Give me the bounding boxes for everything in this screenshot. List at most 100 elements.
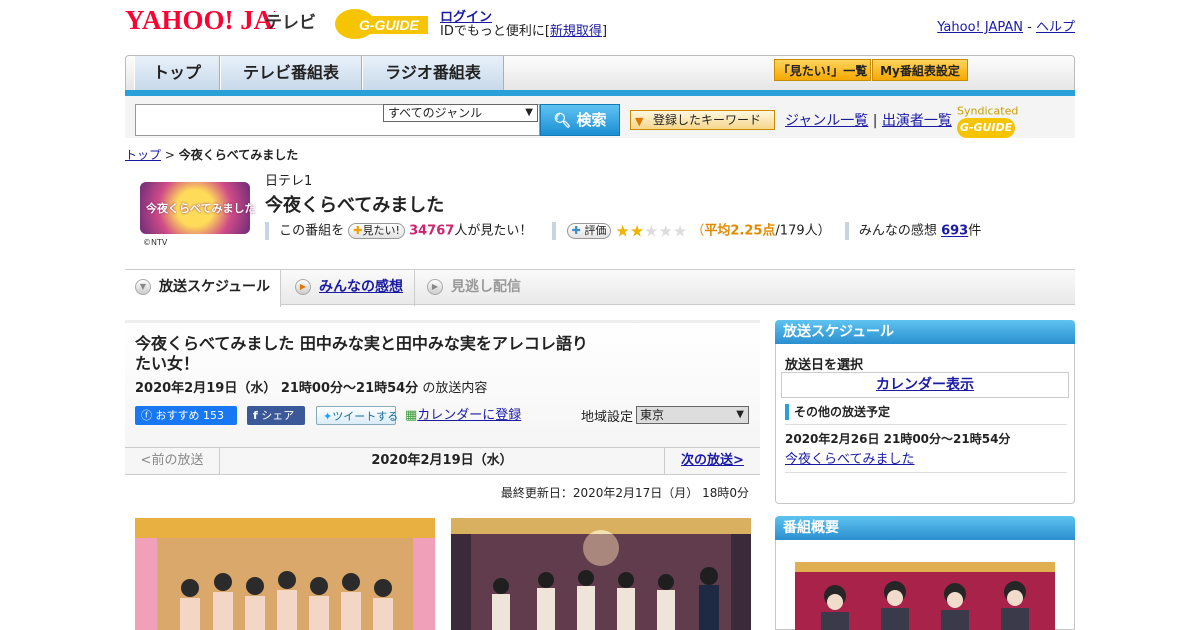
gguide-small-logo: G-GUIDE xyxy=(957,117,1015,138)
id-promo-text: IDでもっと便利に[ xyxy=(440,24,550,39)
stat-divider xyxy=(265,222,269,240)
help-link[interactable]: ヘルプ xyxy=(1036,20,1075,35)
program-thumbnail-text: 今夜くらべてみました xyxy=(146,202,256,215)
facebook-share-button[interactable]: f シェア xyxy=(247,406,305,425)
tv-label: テレビ xyxy=(265,13,316,33)
search-button[interactable]: 🔍︎ 検索 xyxy=(540,104,620,136)
calendar-display-link[interactable]: カレンダー表示 xyxy=(876,377,974,393)
registered-keywords-button[interactable]: ▼ 登録したキーワード xyxy=(630,110,775,130)
nav-tab-radio-guide[interactable]: ラジオ番組表 xyxy=(362,56,504,90)
other-broadcasts-header: その他の放送予定 xyxy=(785,404,890,420)
sidebar-overview-header: 番組概要 xyxy=(775,516,1075,540)
impressions-suffix: 件 xyxy=(968,223,982,239)
dropdown-arrow-icon: ▼ xyxy=(635,115,644,128)
play-icon: ▶ xyxy=(295,279,311,295)
select-date-label: 放送日を選択 xyxy=(785,358,864,373)
tweet-label: ツイートする xyxy=(332,410,399,423)
yahoo-japan-logo[interactable]: YAHOO! JAPAN xyxy=(125,5,275,45)
channel-name: 日テレ1 xyxy=(265,174,313,189)
rating-count: /179人） xyxy=(775,223,831,239)
this-program-label: この番組を xyxy=(279,223,345,239)
calendar-display-box: カレンダー表示 xyxy=(781,372,1069,398)
id-promo: IDでもっと便利に[新規取得] xyxy=(440,20,607,39)
genre-select[interactable]: すべてのジャンル ▼ xyxy=(383,104,538,122)
syndicated-gguide: Syndicated G-GUIDE xyxy=(957,104,1075,138)
breadcrumb-current: 今夜くらべてみました xyxy=(178,148,299,162)
episode-datetime-row: 2020年2月19日（水） 21時00分～21時54分 の放送内容 xyxy=(135,377,487,396)
impressions-count-link[interactable]: 693 xyxy=(941,224,968,239)
nav-tab-tv-guide[interactable]: テレビ番組表 xyxy=(220,56,362,90)
breadcrumb-top-link[interactable]: トップ xyxy=(125,148,161,162)
rating-stars: ★★★★★ xyxy=(615,221,688,240)
tab-reviews[interactable]: ▶ みんなの感想 xyxy=(285,270,415,306)
calendar-register-link[interactable]: ▦カレンダーに登録 xyxy=(405,406,521,425)
id-promo-close: ] xyxy=(601,24,608,39)
rating-open: （ xyxy=(691,223,705,239)
facebook-f-icon: f xyxy=(253,409,258,422)
episode-datetime: 2020年2月19日（水） 21時00分～21時54分 xyxy=(135,381,419,396)
stat-divider xyxy=(844,222,849,240)
facebook-icon: ⓕ xyxy=(141,409,152,422)
star-icon: ★ xyxy=(672,221,688,240)
facebook-like-label: おすすめ xyxy=(155,409,200,422)
genre-select-value: すべてのジャンル xyxy=(388,106,483,120)
studio-photo xyxy=(135,518,435,630)
rate-button-label: 評価 xyxy=(584,224,607,237)
nav-tab-top[interactable]: トップ xyxy=(134,56,220,90)
star-icon: ★ xyxy=(629,221,645,240)
copyright-ntv: ©NTV xyxy=(143,238,168,247)
mitai-list-button[interactable]: 「見たい!」一覧 xyxy=(774,59,871,81)
chevron-down-icon: ▼ xyxy=(525,107,533,118)
chevron-down-icon: ▼ xyxy=(736,409,744,420)
program-title: 今夜くらべてみました xyxy=(265,195,445,216)
syndicated-text: Syndicated xyxy=(957,104,1019,118)
tab-reviews-label: みんなの感想 xyxy=(319,279,403,295)
calendar-register-label: カレンダーに登録 xyxy=(417,408,522,423)
mitai-button[interactable]: ✚見たい! xyxy=(348,223,405,239)
tab-vod-label: 見逃し配信 xyxy=(451,279,521,295)
registered-keywords-label: 登録したキーワード xyxy=(653,113,762,127)
broadcast-pager: <前の放送 2020年2月19日（水） 次の放送> xyxy=(125,447,760,475)
my-program-settings-button[interactable]: My番組表設定 xyxy=(872,59,968,81)
search-button-label: 検索 xyxy=(576,111,607,129)
yahoo-japan-link[interactable]: Yahoo! JAPAN xyxy=(937,20,1023,35)
stat-divider xyxy=(552,222,557,240)
episode-title: 今夜くらべてみました 田中みな実と田中みな実をアレコレ語りたい女！ xyxy=(135,334,588,373)
search-bar: すべてのジャンル ▼ 🔍︎ 検索 ▼ 登録したキーワード ジャンル一覧 | 出演… xyxy=(125,96,1075,138)
chevron-down-icon: ▼ xyxy=(135,279,151,295)
genre-list-link[interactable]: ジャンル一覧 xyxy=(785,113,868,129)
star-icon: ★ xyxy=(615,221,630,240)
facebook-like-button[interactable]: ⓕ おすすめ 153 xyxy=(135,406,237,425)
main-nav: トップ テレビ番組表 ラジオ番組表 「見たい!」一覧 My番組表設定 xyxy=(125,55,1075,95)
rate-button[interactable]: ✚ 評価 xyxy=(566,223,612,239)
cast-list-link[interactable]: 出演者一覧 xyxy=(882,113,952,129)
region-select[interactable]: 東京 ▼ xyxy=(636,406,749,424)
other-broadcast-link[interactable]: 今夜くらべてみました xyxy=(785,448,914,467)
episode-photo-2 xyxy=(451,518,751,630)
episode-photo-1 xyxy=(135,518,435,630)
breadcrumb: トップ > 今夜くらべてみました xyxy=(125,146,298,163)
next-broadcast-link[interactable]: 次の放送> xyxy=(664,448,760,474)
plus-icon: ✚ xyxy=(571,224,581,237)
play-icon: ▶ xyxy=(427,279,443,295)
tab-vod[interactable]: ▶ 見逃し配信 xyxy=(417,270,547,306)
yahoo-wordmark: YAHOO! JAPAN xyxy=(125,5,275,35)
sidebar-schedule-box: 放送日を選択 カレンダー表示 その他の放送予定 2020年2月26日 21時00… xyxy=(775,344,1075,504)
episode-datetime-suffix: の放送内容 xyxy=(422,381,488,396)
tweet-button[interactable]: ✦ツイートする xyxy=(316,406,399,425)
register-link[interactable]: 新規取得 xyxy=(550,24,602,39)
star-icon: ★ xyxy=(658,221,673,240)
search-icon: 🔍︎ xyxy=(553,113,572,129)
tab-schedule[interactable]: ▼ 放送スケジュール xyxy=(125,270,281,307)
mitai-button-label: 見たい! xyxy=(362,224,400,237)
program-stats: この番組を ✚見たい! 34767人が見たい！ ✚ 評価 ★★★★★ （平均2.… xyxy=(265,221,981,241)
top-links-sep: - xyxy=(1027,20,1032,35)
tab-schedule-label: 放送スケジュール xyxy=(159,279,271,295)
program-tabs: ▼ 放送スケジュール ▶ みんなの感想 ▶ 見逃し配信 xyxy=(125,269,1075,307)
region-setting: 地域設定 東京 ▼ xyxy=(581,406,749,425)
gguide-logo: G-GUIDE xyxy=(335,9,428,39)
twitter-bird-icon: ✦ xyxy=(323,410,333,423)
top-links: Yahoo! JAPAN - ヘルプ xyxy=(937,16,1075,35)
star-icon: ★ xyxy=(644,221,659,240)
facebook-like-count: 153 xyxy=(203,409,224,422)
